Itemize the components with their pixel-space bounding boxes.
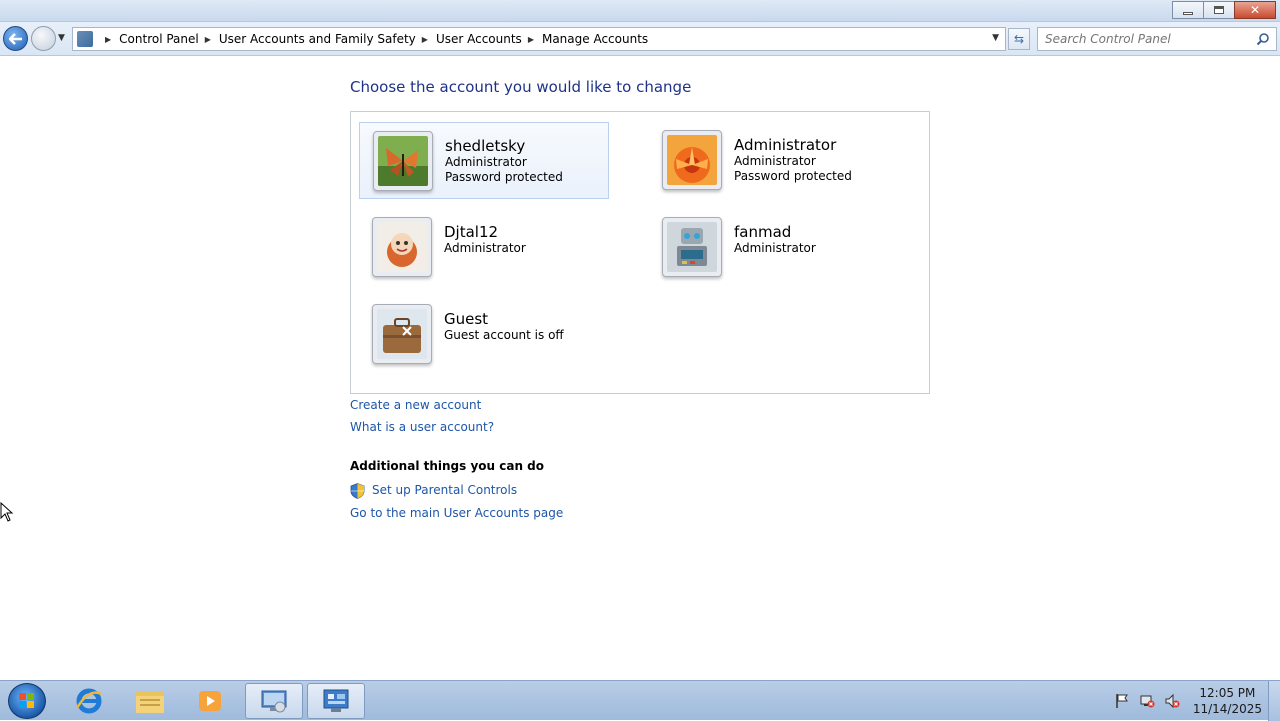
system-tray: 12:05 PM 11/14/2025 (1114, 681, 1280, 721)
account-picture (373, 131, 433, 191)
network-icon[interactable] (1139, 693, 1155, 709)
account-tile-fanmad[interactable]: fanmad Administrator (649, 209, 899, 286)
account-type: Administrator (734, 154, 816, 168)
account-name: Djtal12 (444, 223, 499, 241)
breadcrumb-item-manage-accounts[interactable]: Manage Accounts (542, 32, 648, 46)
search-box[interactable] (1037, 27, 1277, 51)
briefcase-icon (377, 309, 427, 359)
volume-muted-icon[interactable] (1164, 693, 1180, 709)
taskbar-media-player[interactable] (181, 683, 239, 719)
refresh-icon: ⇆ (1013, 32, 1025, 46)
account-picture (662, 217, 722, 277)
account-name: shedletsky (445, 137, 526, 155)
internet-explorer-icon (75, 688, 102, 714)
recent-pages-chevron-icon[interactable]: ▼ (58, 33, 65, 43)
main-user-accounts-link[interactable]: Go to the main User Accounts page (350, 506, 563, 520)
account-info: Administrator Administrator Password pro… (734, 136, 852, 184)
account-type: Administrator (734, 241, 816, 255)
breadcrumb-item-user-accounts-family-safety[interactable]: User Accounts and Family Safety (219, 32, 416, 46)
show-desktop-button[interactable] (1268, 681, 1280, 721)
system-clock[interactable]: 12:05 PM 11/14/2025 (1193, 685, 1262, 717)
account-info: Guest Guest account is off (444, 310, 564, 343)
additional-things-heading: Additional things you can do (350, 459, 545, 473)
breadcrumb-chevron-icon[interactable]: ▶ (528, 35, 534, 44)
window-controls: ✕ (1172, 1, 1276, 19)
taskbar: 12:05 PM 11/14/2025 (0, 680, 1280, 721)
account-picture (662, 130, 722, 190)
breadcrumb-chevron-icon[interactable]: ▶ (205, 35, 211, 44)
minimize-icon (1183, 11, 1193, 15)
account-type: Administrator (445, 155, 527, 169)
control-panel-icon (323, 689, 349, 712)
back-button[interactable] (3, 26, 28, 51)
windows-logo-icon (19, 693, 34, 708)
accounts-list: shedletsky Administrator Password protec… (350, 111, 930, 394)
close-button[interactable]: ✕ (1234, 1, 1276, 19)
butterfly-icon (378, 136, 428, 186)
clock-date: 11/14/2025 (1192, 702, 1262, 716)
account-info: shedletsky Administrator Password protec… (445, 137, 563, 185)
account-info: fanmad Administrator (734, 223, 816, 256)
breadcrumb-item-user-accounts[interactable]: User Accounts (436, 32, 522, 46)
restore-icon (1214, 6, 1224, 14)
breadcrumb-chevron-icon[interactable]: ▶ (105, 35, 111, 44)
create-new-account-link[interactable]: Create a new account (350, 398, 481, 412)
breadcrumb-item-control-panel[interactable]: Control Panel (119, 32, 199, 46)
account-picture (372, 217, 432, 277)
close-icon: ✕ (1249, 3, 1261, 17)
navigation-bar: ▼ ▶ Control Panel ▶ User Accounts and Fa… (0, 22, 1280, 56)
remote-desktop-icon (261, 690, 287, 713)
shield-icon (350, 483, 365, 499)
refresh-button[interactable]: ⇆ (1008, 28, 1030, 50)
account-tile-guest[interactable]: Guest Guest account is off (359, 296, 609, 373)
taskbar-control-panel[interactable] (307, 683, 365, 719)
maximize-button[interactable] (1203, 1, 1235, 19)
account-tile-shedletsky[interactable]: shedletsky Administrator Password protec… (359, 122, 609, 199)
control-panel-icon (77, 31, 93, 47)
address-bar[interactable]: ▶ Control Panel ▶ User Accounts and Fami… (72, 27, 1006, 51)
taskbar-windows-explorer[interactable] (121, 683, 179, 719)
mouse-cursor-icon (0, 502, 14, 522)
robot-icon (667, 222, 717, 272)
account-info: Djtal12 Administrator (444, 223, 526, 256)
taskbar-remote-desktop[interactable] (245, 683, 303, 719)
forward-button[interactable] (31, 26, 56, 51)
account-password-status: Password protected (445, 170, 563, 184)
parental-controls-link[interactable]: Set up Parental Controls (372, 483, 517, 497)
orange-flower-icon (667, 135, 717, 185)
account-tile-djtal12[interactable]: Djtal12 Administrator (359, 209, 609, 286)
account-name: Guest (444, 310, 489, 328)
account-password-status: Password protected (734, 169, 852, 183)
taskbar-internet-explorer[interactable] (60, 683, 118, 719)
windows-explorer-icon (136, 691, 164, 713)
search-icon[interactable] (1256, 32, 1270, 46)
breadcrumb-chevron-icon[interactable]: ▶ (422, 35, 428, 44)
address-dropdown-icon[interactable]: ▼ (992, 33, 999, 43)
account-name: fanmad (734, 223, 792, 241)
back-arrow-icon (8, 32, 22, 45)
clock-time: 12:05 PM (1199, 686, 1256, 700)
account-status: Guest account is off (444, 328, 564, 342)
minimize-button[interactable] (1172, 1, 1204, 19)
account-tile-administrator[interactable]: Administrator Administrator Password pro… (649, 122, 899, 199)
account-name: Administrator (734, 136, 837, 154)
what-is-user-account-link[interactable]: What is a user account? (350, 420, 494, 434)
account-picture (372, 304, 432, 364)
start-button[interactable] (8, 683, 46, 719)
cartoon-character-icon (377, 222, 427, 272)
search-input[interactable] (1045, 32, 1255, 46)
media-player-icon (199, 691, 221, 711)
account-type: Administrator (444, 241, 526, 255)
page-title: Choose the account you would like to cha… (350, 78, 692, 96)
breadcrumb: ▶ Control Panel ▶ User Accounts and Fami… (99, 32, 648, 46)
action-center-flag-icon[interactable] (1114, 693, 1130, 709)
title-bar: ✕ (0, 0, 1280, 22)
